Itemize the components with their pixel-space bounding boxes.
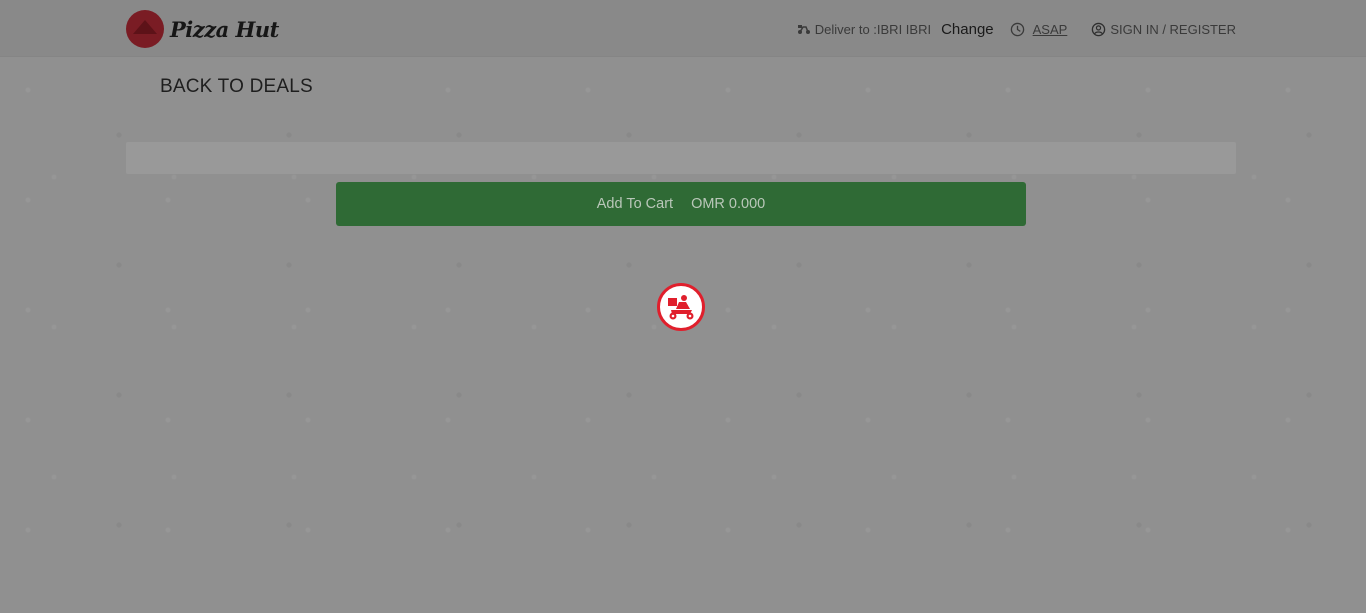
deliver-location-text: Deliver to :IBRI IBRI xyxy=(814,21,932,37)
page-background xyxy=(0,57,1366,613)
signin-label: SIGN IN / REGISTER xyxy=(1110,21,1236,37)
deal-content-bar xyxy=(126,142,1236,174)
signin-register-link[interactable]: SIGN IN / REGISTER xyxy=(1091,22,1236,37)
pizza-hut-logo[interactable]: Pizza Hut xyxy=(126,10,286,48)
user-icon xyxy=(1092,22,1106,36)
change-location-link[interactable]: Change xyxy=(941,21,994,38)
clock-icon xyxy=(1010,22,1024,36)
add-to-cart-button[interactable]: Add To Cart OMR 0.000 xyxy=(336,182,1026,226)
pizza-hut-roof-icon xyxy=(126,10,164,48)
delivery-scooter-loader-icon xyxy=(668,295,694,320)
deliver-to: Deliver to :IBRI IBRI xyxy=(797,22,931,37)
loading-spinner xyxy=(657,283,705,331)
cart-price: OMR 0.000 xyxy=(691,196,766,212)
header-nav: Deliver to :IBRI IBRI Change ASAP SIGN I… xyxy=(797,19,1236,39)
delivery-time[interactable]: ASAP xyxy=(1010,22,1068,37)
scooter-icon xyxy=(797,25,810,34)
back-to-deals-link[interactable]: BACK TO DEALS xyxy=(160,76,313,98)
top-header: Pizza Hut Deliver to :IBRI IBRI Change A… xyxy=(0,0,1366,57)
brand-name: Pizza Hut xyxy=(170,16,279,42)
add-to-cart-label: Add To Cart xyxy=(596,196,674,212)
asap-link[interactable]: ASAP xyxy=(1033,22,1068,37)
